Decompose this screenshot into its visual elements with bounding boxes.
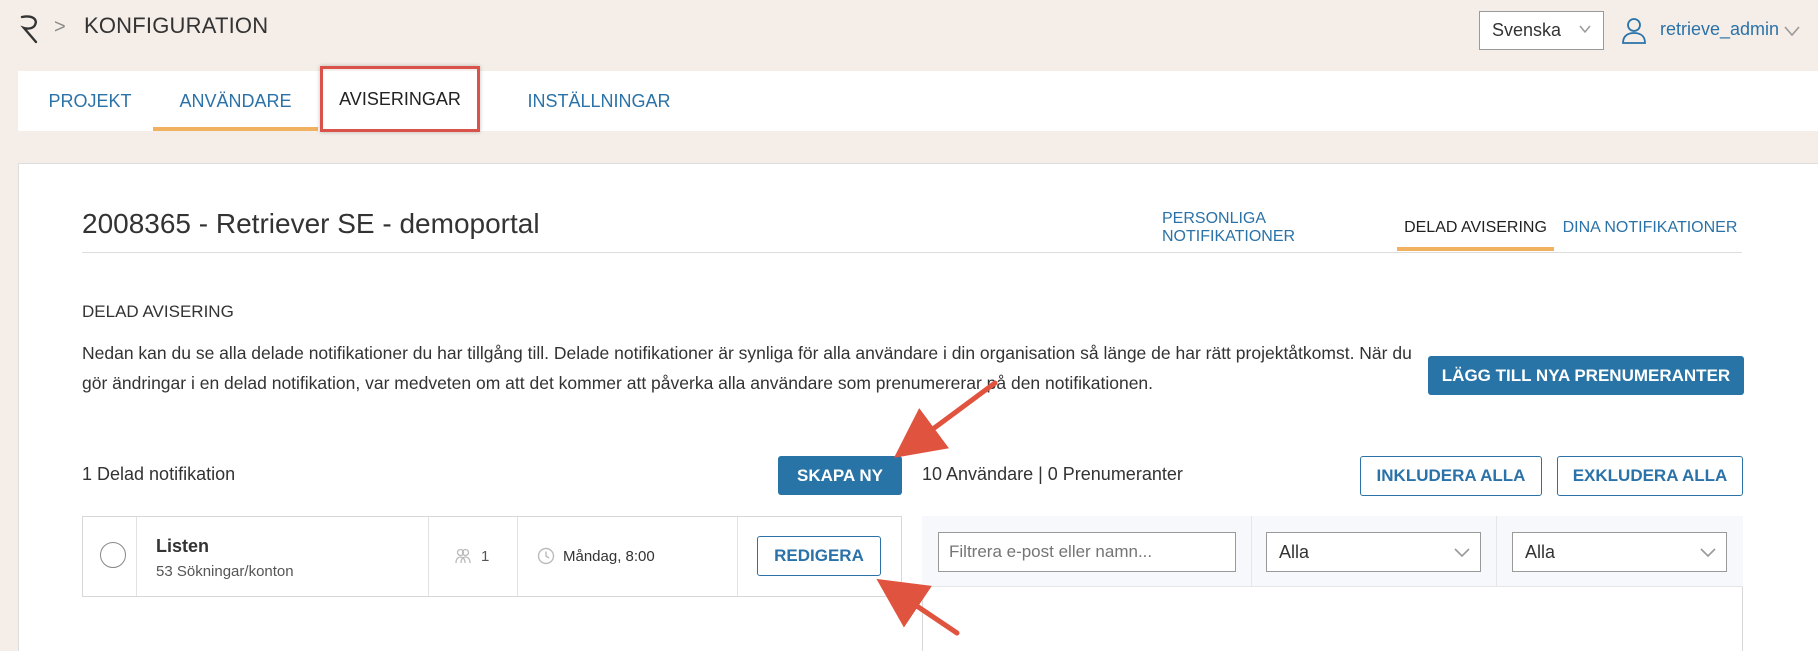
main-tab-bar: PROJEKT ANVÄNDARE AVISERINGAR INSTÄLLNIN… [18, 66, 1818, 132]
people-icon [455, 548, 471, 564]
subtab-divider [82, 252, 1742, 253]
language-value: Svenska [1492, 20, 1562, 40]
notification-select-radio[interactable] [100, 542, 126, 568]
add-subscribers-button[interactable]: LÄGG TILL NYA PRENUMERANTER [1428, 356, 1744, 395]
filter-divider [1496, 516, 1497, 587]
subtab-dina-notifikationer[interactable]: DINA NOTIFIKATIONER [1562, 205, 1738, 251]
chevron-down-icon [1454, 548, 1470, 558]
cell-divider [428, 517, 429, 596]
cell-divider [136, 517, 137, 596]
exclude-all-button[interactable]: EXKLUDERA ALLA [1557, 456, 1743, 496]
create-new-button[interactable]: SKAPA NY [778, 456, 902, 495]
tab-projekt[interactable]: PROJEKT [30, 71, 150, 131]
cell-divider [517, 517, 518, 596]
filter-select-1[interactable]: Alla [1266, 532, 1481, 572]
chevron-down-icon [1579, 25, 1591, 34]
subscriber-count: 1 [481, 548, 490, 565]
filter-divider [1251, 516, 1252, 587]
tab-installningar[interactable]: INSTÄLLNINGAR [504, 71, 694, 131]
cell-divider [737, 517, 738, 596]
subtab-personliga-notifikationer[interactable]: PERSONLIGA NOTIFIKATIONER [1162, 205, 1392, 251]
filter-select-1-value: Alla [1279, 541, 1310, 562]
user-icon[interactable] [1620, 16, 1648, 44]
notification-schedule: Måndag, 8:00 [563, 548, 655, 565]
breadcrumb-separator-icon: > [54, 16, 66, 38]
notification-name: Listen [156, 536, 210, 556]
chevron-down-icon [1700, 548, 1716, 558]
include-all-button[interactable]: INKLUDERA ALLA [1360, 456, 1542, 496]
section-heading: DELAD AVISERING [82, 302, 234, 321]
page-section-title: KONFIGURATION [84, 13, 269, 38]
shared-notification-count: 1 Delad notifikation [82, 464, 236, 484]
user-subscriber-stats: 10 Användare | 0 Prenumeranter [922, 464, 1183, 484]
subtab-delad-avisering[interactable]: DELAD AVISERING [1397, 205, 1554, 251]
tab-aviseringar[interactable]: AVISERINGAR [320, 66, 480, 132]
page-title: 2008365 - Retriever SE - demoportal [82, 208, 540, 239]
retriever-logo[interactable] [18, 14, 42, 44]
section-description: Nedan kan du se alla delade notifikation… [82, 343, 1412, 393]
notification-subtitle: 53 Sökningar/konton [156, 563, 294, 580]
user-menu-name[interactable]: retrieve_admin [1660, 19, 1779, 40]
clock-icon [537, 547, 555, 565]
filter-select-2[interactable]: Alla [1512, 532, 1727, 572]
language-select[interactable]: Svenska [1479, 11, 1604, 50]
tab-anvandare[interactable]: ANVÄNDARE [153, 71, 318, 131]
edit-button[interactable]: REDIGERA [757, 536, 881, 576]
filter-email-name-input[interactable] [938, 532, 1236, 572]
chevron-down-icon[interactable] [1784, 25, 1800, 37]
filter-select-2-value: Alla [1525, 541, 1556, 562]
